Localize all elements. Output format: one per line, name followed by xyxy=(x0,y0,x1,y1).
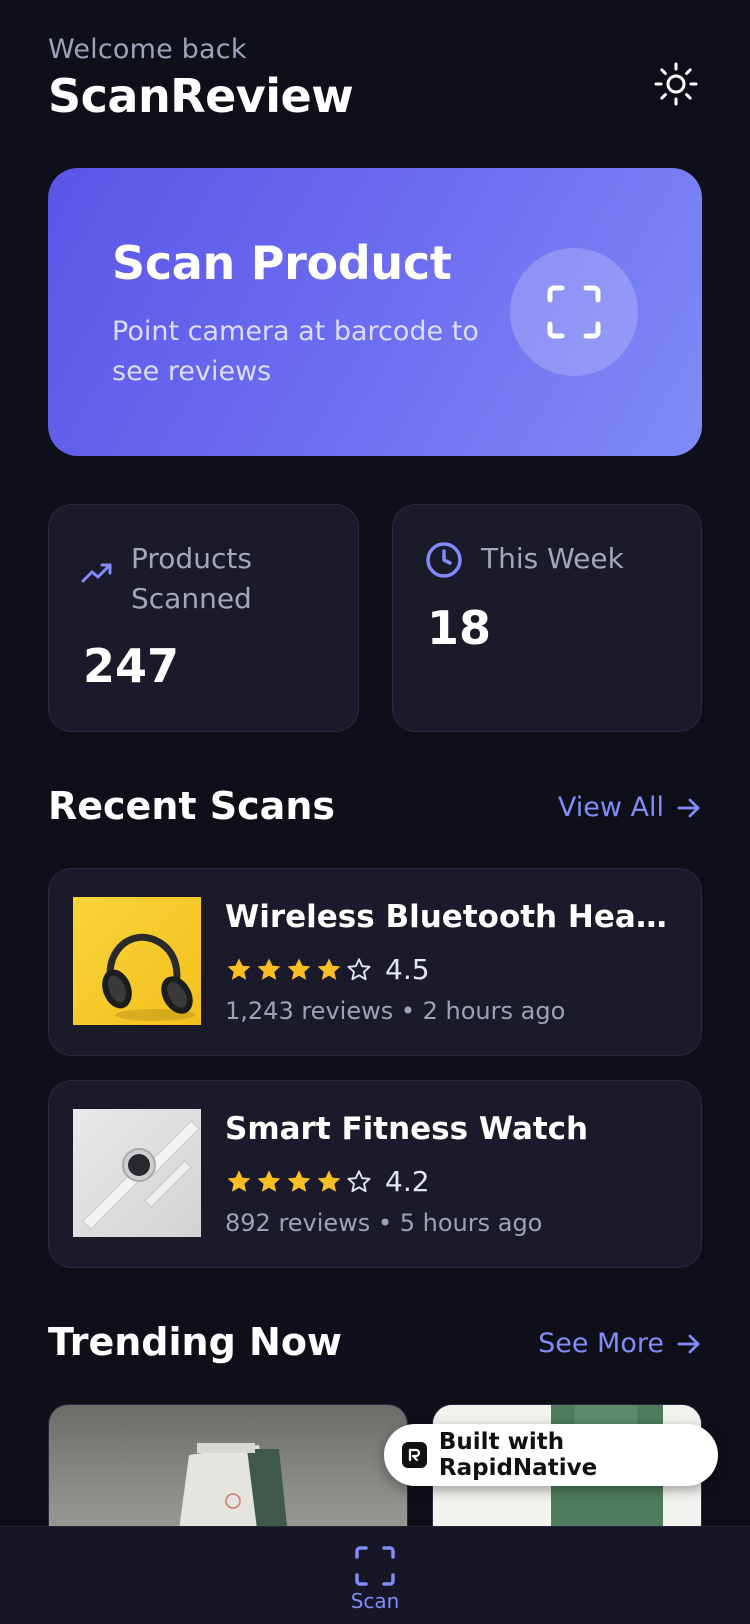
star-icon xyxy=(227,1169,251,1192)
badge-label: Built with RapidNative xyxy=(438,1429,598,1481)
scan-icon xyxy=(355,1546,395,1586)
bottom-nav: Scan xyxy=(0,1526,750,1624)
scan-card-subtitle: Point camera at barcode to see reviews xyxy=(112,316,479,387)
see-more-label: See More xyxy=(538,1328,664,1359)
headphones-image xyxy=(73,897,201,1025)
header: Welcome back ScanReview xyxy=(48,34,702,134)
item-name: Wireless Bluetooth Headphones xyxy=(225,899,675,935)
stat-value: 247 xyxy=(83,639,180,693)
recent-scans-title: Recent Scans xyxy=(48,784,335,828)
star-outline-icon xyxy=(347,1169,371,1192)
star-rating: 4.5 xyxy=(225,953,430,986)
welcome-text: Welcome back xyxy=(48,34,247,65)
scan-button[interactable] xyxy=(510,248,638,376)
item-name: Smart Fitness Watch xyxy=(225,1111,589,1147)
item-meta: 1,243 reviews • 2 hours ago xyxy=(225,997,566,1025)
arrow-right-icon xyxy=(677,798,700,817)
star-icon xyxy=(257,1169,281,1192)
stat-label: This Week xyxy=(481,542,624,575)
list-item[interactable]: Smart Fitness Watch 4.2 892 reviews • 5 … xyxy=(48,1080,702,1268)
star-icon xyxy=(227,957,251,980)
rating-value: 4.2 xyxy=(385,1165,430,1198)
view-all-label: View All xyxy=(557,792,664,823)
arrow-right-icon xyxy=(677,1334,700,1353)
stat-label: Products Scanned xyxy=(131,542,252,615)
sun-icon xyxy=(654,62,698,106)
trending-now-title: Trending Now xyxy=(48,1320,343,1364)
watch-image xyxy=(73,1109,201,1237)
item-meta: 892 reviews • 5 hours ago xyxy=(225,1209,543,1237)
star-icon xyxy=(257,957,281,980)
stat-card-this-week: This Week 18 xyxy=(392,504,702,732)
star-icon xyxy=(317,957,341,980)
app-title: ScanReview xyxy=(48,69,354,123)
trending-up-icon xyxy=(81,561,113,589)
built-with-badge[interactable]: Built with RapidNative xyxy=(384,1424,718,1486)
scan-icon xyxy=(547,285,601,339)
stat-card-products-scanned: Products Scanned 247 xyxy=(48,504,359,732)
trending-card[interactable] xyxy=(48,1404,408,1544)
nav-item-scan[interactable]: Scan xyxy=(335,1545,415,1613)
star-icon xyxy=(287,1169,311,1192)
rating-value: 4.5 xyxy=(385,953,430,986)
see-more-link[interactable]: See More xyxy=(538,1328,702,1359)
star-rating: 4.2 xyxy=(225,1165,430,1198)
star-outline-icon xyxy=(347,957,371,980)
scan-product-card[interactable]: Scan Product Point camera at barcode to … xyxy=(48,168,702,456)
scan-card-title: Scan Product xyxy=(112,236,452,290)
star-icon xyxy=(317,1169,341,1192)
theme-toggle-button[interactable] xyxy=(652,60,700,108)
star-icon xyxy=(287,957,311,980)
clock-icon xyxy=(425,541,463,583)
stat-value: 18 xyxy=(427,601,492,655)
nav-label-scan: Scan xyxy=(350,1589,400,1613)
rapidnative-logo-icon xyxy=(402,1442,427,1468)
view-all-link[interactable]: View All xyxy=(558,792,702,823)
product-pouch-image xyxy=(177,1443,289,1544)
list-item[interactable]: Wireless Bluetooth Headphones 4.5 1,243 … xyxy=(48,868,702,1056)
